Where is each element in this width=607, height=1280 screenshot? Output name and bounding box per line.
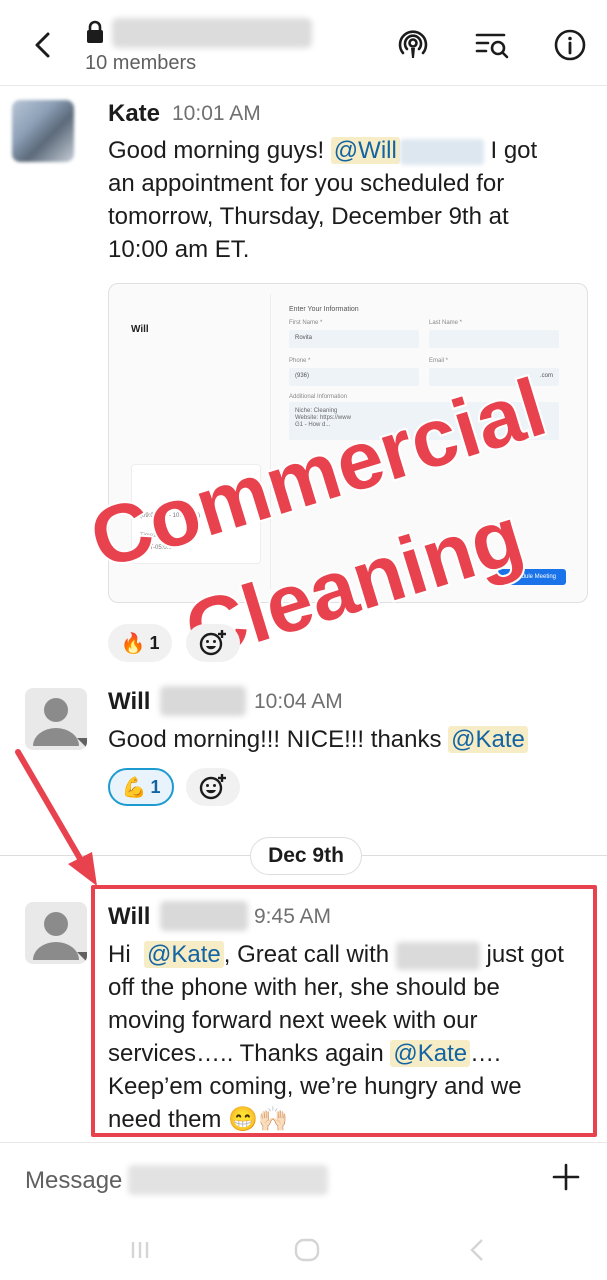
search-in-channel-icon — [475, 33, 509, 59]
message-text-part: Good morning!!! NICE!!! thanks — [108, 726, 442, 753]
redacted-surname — [160, 686, 246, 716]
channel-info-button[interactable] — [550, 25, 590, 65]
scheduler-host-name: Will — [131, 324, 149, 335]
mention-will[interactable]: @Will — [330, 137, 400, 164]
first-name-field: Rovita — [289, 330, 419, 348]
system-nav-bar — [0, 1218, 607, 1280]
message-text: Good morning!!! NICE!!! thanks @Kate — [108, 723, 598, 756]
message-timestamp: 10:04 AM — [254, 690, 343, 713]
plus-icon — [552, 1163, 580, 1191]
last-name-field — [429, 330, 559, 348]
reaction-fire[interactable]: 🔥 1 — [108, 624, 172, 662]
default-avatar-icon — [33, 912, 87, 962]
redacted-name — [399, 138, 484, 165]
message-input[interactable]: Message — [25, 1167, 122, 1195]
avatar-kate[interactable] — [12, 100, 74, 162]
channel-header: 10 members — [0, 0, 607, 86]
huddle-button[interactable] — [393, 25, 433, 65]
avatar-will[interactable] — [25, 902, 87, 964]
highlight-box — [91, 885, 597, 1137]
phone-field: (936) — [289, 368, 419, 386]
add-reaction-icon — [199, 774, 226, 800]
message-text-part: Good morning guys! — [108, 137, 325, 164]
form-title: Enter Your Information — [289, 306, 359, 313]
back-arrow-icon — [35, 32, 50, 58]
sender-name[interactable]: Will — [108, 688, 150, 716]
message-text-line: tomorrow, Thursday, December 9th at — [108, 203, 509, 230]
home-icon — [294, 1238, 320, 1262]
channel-name-redacted[interactable] — [112, 18, 312, 48]
recent-apps-icon — [131, 1242, 149, 1258]
system-back-icon — [470, 1239, 483, 1261]
message-text-line: 10:00 am ET. — [108, 236, 250, 263]
add-reaction-button[interactable] — [186, 768, 240, 806]
phone-label: Phone * — [289, 358, 311, 364]
fire-emoji: 🔥 — [120, 632, 146, 655]
email-label: Email * — [429, 358, 449, 364]
sender-name[interactable]: Kate — [108, 100, 160, 128]
huddle-icon — [398, 30, 428, 58]
date-divider[interactable]: Dec 9th — [250, 837, 362, 875]
mention-kate[interactable]: @Kate — [448, 726, 528, 753]
annotation-arrow-icon — [15, 749, 97, 886]
lock-icon — [85, 20, 105, 44]
message-text: Good morning guys! @Will I got an appoin… — [108, 134, 598, 266]
home-button[interactable] — [292, 1236, 322, 1264]
message-timestamp: 10:01 AM — [172, 102, 261, 125]
message-text-line: an appointment for you scheduled for — [108, 170, 505, 197]
muscle-emoji: 💪 — [121, 776, 147, 799]
additional-info-label: Additional Information — [289, 394, 348, 400]
system-back-button[interactable] — [462, 1236, 492, 1264]
message-composer[interactable]: Message — [0, 1142, 607, 1218]
add-reaction-icon — [199, 630, 226, 656]
back-button[interactable] — [28, 28, 58, 62]
search-channel-button[interactable] — [472, 25, 512, 65]
attach-button[interactable] — [548, 1159, 584, 1195]
reaction-count: 1 — [150, 776, 161, 797]
recent-apps-button[interactable] — [125, 1236, 155, 1264]
reaction-count: 1 — [149, 632, 160, 653]
add-reaction-button[interactable] — [186, 624, 240, 662]
info-icon — [554, 29, 586, 61]
first-name-label: First Name * — [289, 320, 323, 326]
member-count[interactable]: 10 members — [85, 52, 196, 75]
redacted-channel-name — [128, 1165, 328, 1195]
message-text-part: I got — [490, 137, 538, 164]
last-name-label: Last Name * — [429, 320, 463, 326]
